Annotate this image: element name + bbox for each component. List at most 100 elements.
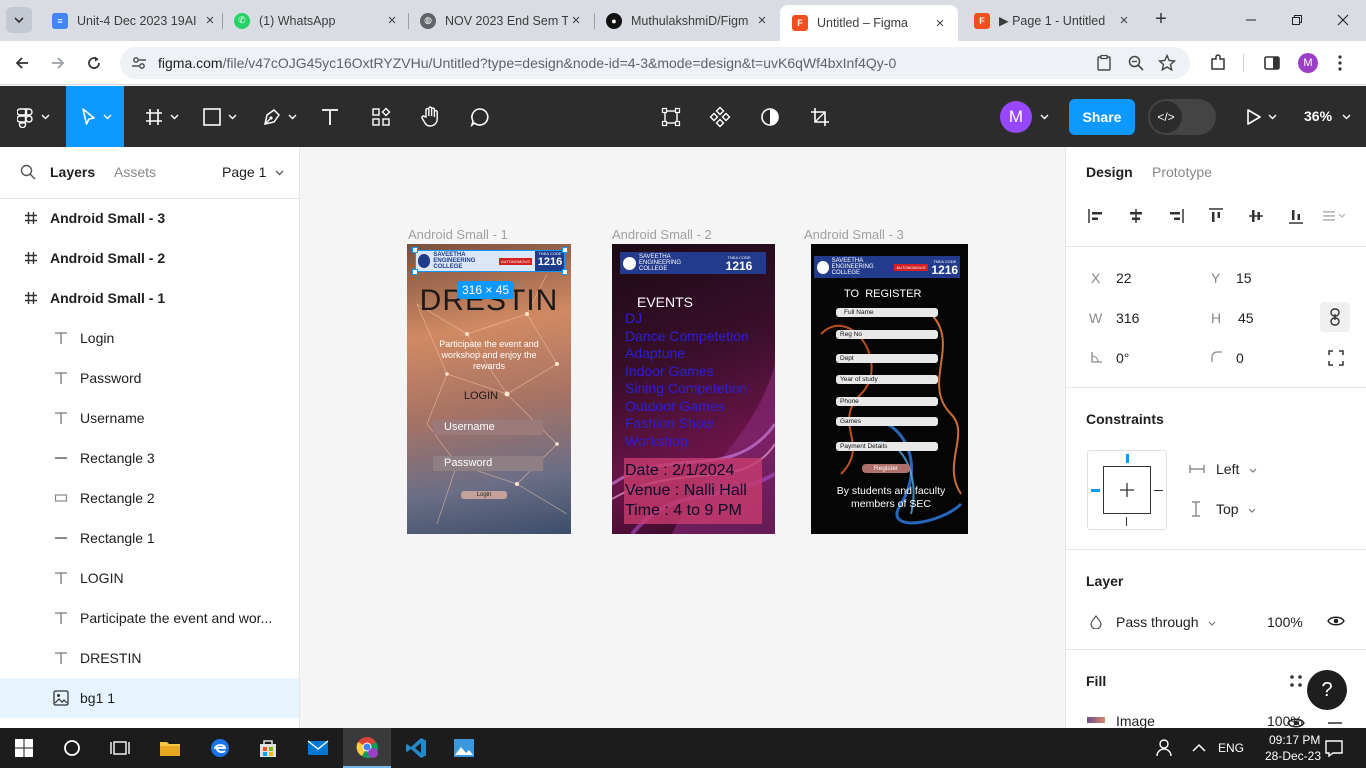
layer-row-text[interactable]: Password [0,358,299,398]
layer-row-shape[interactable]: Rectangle 1 [0,518,299,558]
constraint-bottom-pin[interactable] [1126,517,1127,526]
tab-assets[interactable]: Assets [114,164,156,180]
close-window-button[interactable] [1320,6,1366,34]
frame-label[interactable]: Android Small - 1 [408,227,508,242]
dev-mode-toggle[interactable]: </> [1148,99,1216,135]
clock-time[interactable]: 09:17 PM [1269,733,1320,747]
login-button[interactable]: Login [461,491,507,499]
browser-tab[interactable]: ◍ NOV 2023 End Sem T × [408,6,594,35]
zoom-level[interactable]: 36% [1304,108,1351,124]
share-button[interactable]: Share [1069,99,1135,135]
constraint-top-pin[interactable] [1126,454,1129,463]
selection-handle[interactable] [412,269,418,275]
close-tab-icon[interactable]: × [384,12,400,29]
layer-row-frame[interactable]: Android Small - 3 [0,198,299,238]
store-button[interactable] [244,728,292,768]
constraint-left-pin[interactable] [1091,489,1100,492]
side-panel-button[interactable] [1260,51,1284,75]
android-frame-login[interactable]: SAVEETHA ENGINEERING COLLEGE AUTONOMOUS … [407,244,571,534]
edit-object-button[interactable] [652,86,690,147]
layer-row-frame[interactable]: Android Small - 1 [0,278,299,318]
zoom-icon[interactable] [1127,54,1145,72]
extensions-button[interactable] [1206,51,1230,75]
close-tab-icon[interactable]: × [1116,12,1132,29]
layer-row-text[interactable]: Login [0,318,299,358]
form-field[interactable]: Full Name [836,308,938,317]
chevron-down-icon[interactable] [1040,114,1049,120]
horizontal-constraint-select[interactable]: Left [1216,461,1257,477]
layer-row-text[interactable]: Participate the event and wor... [0,598,299,638]
profile-button[interactable]: M [1296,51,1320,75]
minimize-button[interactable] [1228,6,1274,34]
resources-tool[interactable] [364,86,398,147]
tab-design[interactable]: Design [1086,164,1133,180]
create-component-button[interactable] [701,86,739,147]
mail-button[interactable] [294,728,342,768]
distribute-menu-icon[interactable] [1322,208,1348,224]
eye-icon[interactable] [1327,615,1345,627]
comment-tool[interactable] [462,86,498,147]
layer-opacity-input[interactable]: 100% [1267,614,1303,630]
selection-handle[interactable] [562,269,568,275]
align-right-icon[interactable] [1168,208,1184,224]
task-view-button[interactable] [96,728,144,768]
style-grid-icon[interactable] [1288,673,1304,689]
main-menu-button[interactable] [8,86,58,147]
vscode-button[interactable] [392,728,440,768]
layer-row-frame[interactable]: Android Small - 2 [0,238,299,278]
reload-button[interactable] [82,51,106,75]
frame-label[interactable]: Android Small - 3 [804,227,904,242]
selection-handle[interactable] [412,247,418,253]
blend-mode-select[interactable]: Pass through [1116,614,1216,630]
close-tab-icon[interactable]: × [754,12,770,29]
constraint-right-pin[interactable] [1154,490,1163,491]
layer-row-text[interactable]: LOGIN [0,558,299,598]
layer-row-image-selected[interactable]: bg1 1 [0,678,299,718]
corner-radius-input[interactable]: 0 [1236,350,1244,366]
fill-image-swatch[interactable] [1087,717,1105,723]
browser-tab[interactable]: ✆ (1) WhatsApp × [222,6,410,35]
browser-tab[interactable]: ≡ Unit-4 Dec 2023 19AI × [40,6,228,35]
url-bar[interactable]: figma.com/file/v47cOJG45yc16OxtRYZVHu/Un… [120,47,1190,79]
form-field[interactable]: Phone [836,397,938,406]
h-input[interactable]: 45 [1238,310,1254,326]
form-field[interactable]: Payment Details [836,442,938,451]
constrain-proportions-button[interactable] [1320,302,1350,332]
chrome-button[interactable] [343,728,391,768]
minus-icon[interactable] [1328,721,1342,725]
close-tab-icon[interactable]: × [202,12,218,29]
android-frame-events[interactable]: SAVEETHA ENGINEERING COLLEGE TNEA CODE 1… [612,244,775,534]
forward-button[interactable] [46,51,70,75]
selection-handle[interactable] [562,247,568,253]
password-field[interactable]: Password [433,456,543,471]
layer-row-text[interactable]: Username [0,398,299,438]
tab-search-button[interactable] [6,7,32,33]
android-frame-register[interactable]: SAVEETHA ENGINEERING COLLEGE AUTONOMOUS … [811,244,968,534]
frame-label[interactable]: Android Small - 2 [612,227,712,242]
page-selector[interactable]: Page 1 [222,164,284,180]
browser-tab-active[interactable]: F Untitled – Figma × [780,5,958,41]
frame-tool[interactable] [136,86,186,147]
x-input[interactable]: 22 [1116,270,1132,286]
user-avatar[interactable]: M [1000,101,1032,133]
restore-button[interactable] [1274,6,1320,34]
w-input[interactable]: 316 [1116,310,1139,326]
username-field[interactable]: Username [433,420,543,435]
clock-date[interactable]: 28-Dec-23 [1265,749,1321,763]
form-field[interactable]: Dept [836,354,938,363]
align-bottom-icon[interactable] [1288,208,1304,224]
search-button[interactable] [48,728,96,768]
eye-icon[interactable] [1287,717,1305,728]
tray-chevron-up-icon[interactable] [1192,743,1206,753]
tab-prototype[interactable]: Prototype [1152,164,1212,180]
present-button[interactable] [1238,86,1284,147]
rotation-input[interactable]: 0° [1116,350,1129,366]
y-input[interactable]: 15 [1236,270,1252,286]
close-tab-icon[interactable]: × [932,15,948,32]
form-field[interactable]: Year of study [836,375,938,384]
browser-tab[interactable]: F ▶ Page 1 - Untitled × [962,6,1142,35]
hand-tool[interactable] [412,86,448,147]
layer-row-text[interactable]: DRESTIN [0,638,299,678]
browser-menu-button[interactable] [1328,51,1352,75]
browser-tab[interactable]: ● MuthulakshmiD/Figm × [594,6,780,35]
